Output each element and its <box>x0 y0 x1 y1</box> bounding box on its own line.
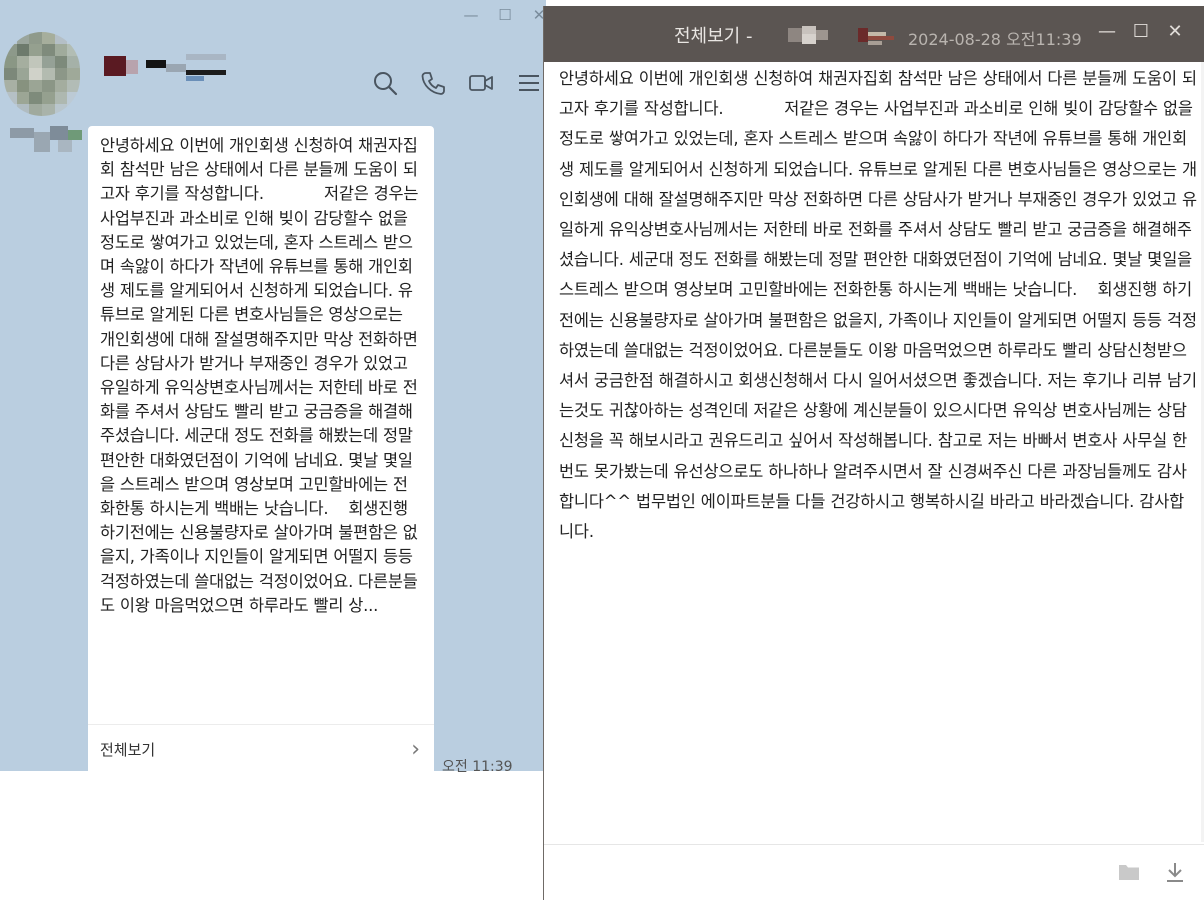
chat-window: — ☐ ✕ 안녕하세요 이번에 개인회생 신청하여 채권자집회 참석만 남은 상… <box>0 0 546 900</box>
message-text: 안녕하세요 이번에 개인회생 신청하여 채권자집회 참석만 남은 상태에서 다른… <box>100 136 424 615</box>
close-button[interactable]: ✕ <box>1164 20 1186 44</box>
menu-icon[interactable] <box>516 70 542 100</box>
chevron-right-icon: › <box>411 737 420 762</box>
maximize-button[interactable]: ☐ <box>496 6 514 24</box>
detail-footer <box>544 844 1204 900</box>
full-message-text: 안녕하세요 이번에 개인회생 신청하여 채권자집회 참석만 남은 상태에서 다른… <box>559 69 1198 542</box>
window-title: 전체보기 - <box>674 26 753 47</box>
message-date: 2024-08-28 오전11:39 <box>908 30 1082 49</box>
avatar[interactable] <box>4 32 80 116</box>
divider <box>88 724 434 725</box>
title-sender-name <box>788 26 828 44</box>
full-view-window: 전체보기 - 2024-08-28 오전11:39 — ☐ ✕ 안녕하세요 이번… <box>543 6 1204 900</box>
chat-header-icons <box>372 70 542 100</box>
detail-window-controls: — ☐ ✕ <box>1096 20 1186 44</box>
download-icon[interactable] <box>1163 860 1187 888</box>
minimize-button[interactable]: — <box>462 6 480 24</box>
message-timestamp: 오전 11:39 <box>442 759 513 775</box>
message-bubble[interactable]: 안녕하세요 이번에 개인회생 신청하여 채권자집회 참석만 남은 상태에서 다른… <box>88 126 434 771</box>
video-icon[interactable] <box>468 70 494 100</box>
titlebar[interactable]: 전체보기 - 2024-08-28 오전11:39 — ☐ ✕ <box>544 6 1204 62</box>
phone-icon[interactable] <box>420 70 446 100</box>
sender-name <box>10 126 82 154</box>
search-icon[interactable] <box>372 70 398 100</box>
folder-icon[interactable] <box>1117 860 1141 888</box>
view-all-label: 전체보기 <box>100 741 156 759</box>
minimize-button[interactable]: — <box>1096 20 1118 44</box>
title-room-name <box>858 28 898 46</box>
chat-window-controls: — ☐ ✕ <box>462 6 548 24</box>
view-all-button[interactable]: 전체보기 › <box>100 737 420 762</box>
maximize-button[interactable]: ☐ <box>1130 20 1152 44</box>
chat-room-name <box>104 52 228 82</box>
